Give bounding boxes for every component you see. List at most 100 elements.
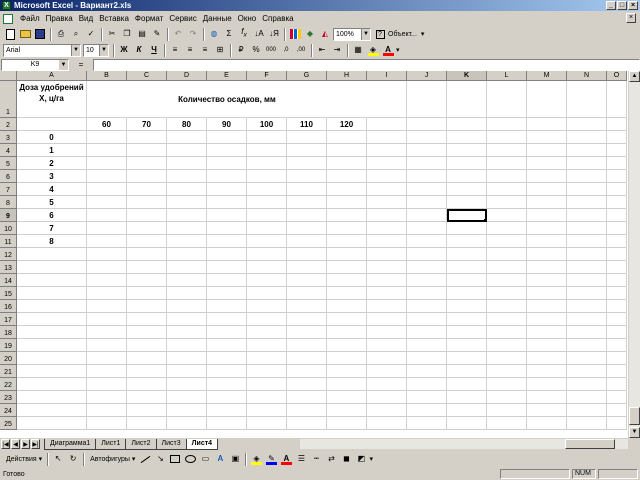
- cell-a9[interactable]: 6: [17, 209, 87, 222]
- cell-l12[interactable]: [487, 248, 527, 261]
- cell-a25[interactable]: [17, 417, 87, 430]
- cell-e8[interactable]: [207, 196, 247, 209]
- cell-o7[interactable]: [607, 183, 627, 196]
- cell-d17[interactable]: [167, 313, 207, 326]
- cell-c3[interactable]: [127, 131, 167, 144]
- cell-f2[interactable]: 100: [247, 118, 287, 131]
- cell-d6[interactable]: [167, 170, 207, 183]
- cell-c2[interactable]: 70: [127, 118, 167, 131]
- cell-o3[interactable]: [607, 131, 627, 144]
- formula-input[interactable]: [93, 58, 640, 71]
- map-button[interactable]: ◆: [303, 27, 317, 41]
- cell-b22[interactable]: [87, 378, 127, 391]
- cell-o13[interactable]: [607, 261, 627, 274]
- cell-m6[interactable]: [527, 170, 567, 183]
- cell-i8[interactable]: [367, 196, 407, 209]
- chart-wizard-button[interactable]: [288, 27, 302, 41]
- menu-data[interactable]: Данные: [200, 11, 235, 26]
- column-header-b[interactable]: B: [87, 71, 127, 81]
- cell-d10[interactable]: [167, 222, 207, 235]
- cell-b25[interactable]: [87, 417, 127, 430]
- rectangle-button[interactable]: [168, 452, 182, 466]
- cell-f18[interactable]: [247, 326, 287, 339]
- cell-f4[interactable]: [247, 144, 287, 157]
- dash-style-button[interactable]: ┅: [309, 452, 323, 466]
- shadow-button[interactable]: ◼: [339, 452, 353, 466]
- cell-l20[interactable]: [487, 352, 527, 365]
- cell-i19[interactable]: [367, 339, 407, 352]
- cell-h5[interactable]: [327, 157, 367, 170]
- cell-b13[interactable]: [87, 261, 127, 274]
- cell-o4[interactable]: [607, 144, 627, 157]
- cell-d2[interactable]: 80: [167, 118, 207, 131]
- cell-g23[interactable]: [287, 391, 327, 404]
- cell-b16[interactable]: [87, 300, 127, 313]
- menu-insert[interactable]: Вставка: [96, 11, 132, 26]
- cell-c24[interactable]: [127, 404, 167, 417]
- cell-o20[interactable]: [607, 352, 627, 365]
- cell-c16[interactable]: [127, 300, 167, 313]
- cell-l6[interactable]: [487, 170, 527, 183]
- font-combo[interactable]: Arial ▼: [3, 43, 81, 57]
- cell-c6[interactable]: [127, 170, 167, 183]
- cell-i3[interactable]: [367, 131, 407, 144]
- cut-button[interactable]: ✂: [105, 27, 119, 41]
- cell-g10[interactable]: [287, 222, 327, 235]
- free-rotate-button[interactable]: ↻: [66, 452, 80, 466]
- cell-g17[interactable]: [287, 313, 327, 326]
- row-header-4[interactable]: 4: [0, 144, 17, 157]
- select-objects-button[interactable]: ↖: [51, 452, 65, 466]
- cell-l1[interactable]: [487, 81, 527, 118]
- cell-k20[interactable]: [447, 352, 487, 365]
- cell-a8[interactable]: 5: [17, 196, 87, 209]
- cell-b20[interactable]: [87, 352, 127, 365]
- cell-n10[interactable]: [567, 222, 607, 235]
- cell-d19[interactable]: [167, 339, 207, 352]
- cell-o17[interactable]: [607, 313, 627, 326]
- cell-g19[interactable]: [287, 339, 327, 352]
- cell-k2[interactable]: [447, 118, 487, 131]
- cell-j14[interactable]: [407, 274, 447, 287]
- cell-g24[interactable]: [287, 404, 327, 417]
- row-header-20[interactable]: 20: [0, 352, 17, 365]
- cell-o6[interactable]: [607, 170, 627, 183]
- cell-n2[interactable]: [567, 118, 607, 131]
- cell-a16[interactable]: [17, 300, 87, 313]
- last-sheet-button[interactable]: ▶|: [31, 439, 40, 449]
- cell-k6[interactable]: [447, 170, 487, 183]
- cell-k5[interactable]: [447, 157, 487, 170]
- cell-f15[interactable]: [247, 287, 287, 300]
- cell-h12[interactable]: [327, 248, 367, 261]
- cell-m17[interactable]: [527, 313, 567, 326]
- cell-e25[interactable]: [207, 417, 247, 430]
- cell-g15[interactable]: [287, 287, 327, 300]
- cell-n9[interactable]: [567, 209, 607, 222]
- sheet-tab-list3[interactable]: Лист3: [155, 439, 187, 450]
- cell-f23[interactable]: [247, 391, 287, 404]
- cell-j19[interactable]: [407, 339, 447, 352]
- cell-d23[interactable]: [167, 391, 207, 404]
- scroll-up-button[interactable]: ▲: [629, 71, 640, 82]
- cell-o9[interactable]: [607, 209, 627, 222]
- cell-m19[interactable]: [527, 339, 567, 352]
- scroll-down-button[interactable]: ▼: [629, 427, 640, 438]
- column-header-o[interactable]: O: [607, 71, 627, 81]
- chevron-down-icon[interactable]: ▼: [59, 59, 68, 70]
- cell-j10[interactable]: [407, 222, 447, 235]
- row-header-25[interactable]: 25: [0, 417, 17, 430]
- autoshapes-menu[interactable]: Автофигуры ▾: [87, 455, 138, 463]
- cell-o22[interactable]: [607, 378, 627, 391]
- column-header-m[interactable]: M: [527, 71, 567, 81]
- cell-a14[interactable]: [17, 274, 87, 287]
- cell-g4[interactable]: [287, 144, 327, 157]
- row-header-5[interactable]: 5: [0, 157, 17, 170]
- cell-e11[interactable]: [207, 235, 247, 248]
- cell-b12[interactable]: [87, 248, 127, 261]
- cell-f9[interactable]: [247, 209, 287, 222]
- drawing-button[interactable]: ◭: [318, 27, 332, 41]
- copy-button[interactable]: ❐: [120, 27, 134, 41]
- cell-d24[interactable]: [167, 404, 207, 417]
- cell-o10[interactable]: [607, 222, 627, 235]
- cell-d21[interactable]: [167, 365, 207, 378]
- cell-n17[interactable]: [567, 313, 607, 326]
